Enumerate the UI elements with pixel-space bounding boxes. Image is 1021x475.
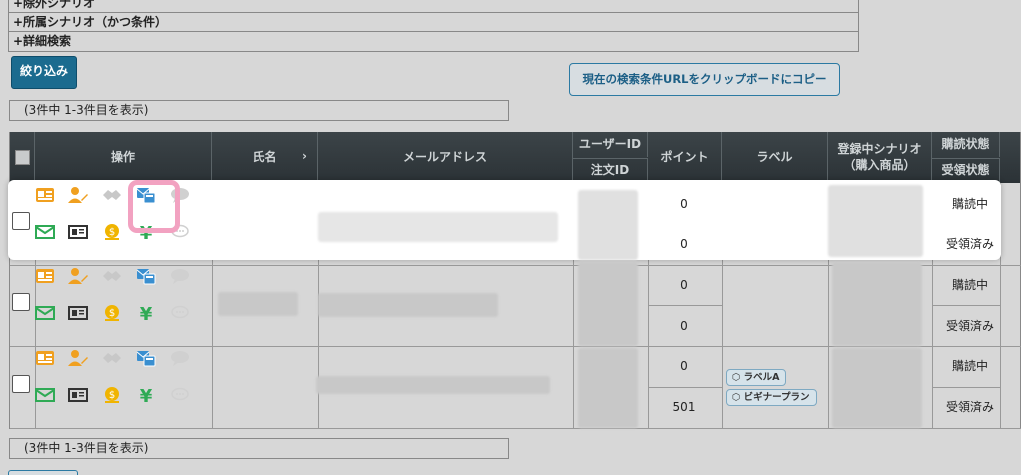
highlight-ring [128,180,180,233]
chat-outline-icon[interactable] [169,385,191,405]
mail-icon[interactable] [34,385,56,405]
svg-text:$: $ [109,308,115,319]
id-card-icon[interactable] [34,266,56,286]
scenario-redacted [828,185,923,257]
name-redacted [218,292,298,316]
result-count-top: (3件中 1-3件目を表示) [9,100,509,121]
user-edit-icon[interactable] [67,266,89,286]
select-all-checkbox[interactable] [14,150,30,165]
mail-card-icon[interactable] [135,266,157,286]
copy-url-button[interactable]: 現在の検索条件URLをクリップボードにコピー [569,63,840,96]
money-bag-icon[interactable]: $ [101,303,123,323]
id-card-icon[interactable] [34,348,56,368]
chat-icon[interactable] [169,266,191,286]
svg-text:$: $ [109,227,115,238]
points-value: 0 [680,359,688,373]
mail-icon[interactable] [34,222,56,242]
scenario-redacted [832,348,922,428]
header-name[interactable]: 氏名 › [212,132,318,183]
svg-text:¥: ¥ [140,304,153,322]
email-redacted [318,212,558,242]
svg-text:$: $ [109,390,115,401]
newspaper-icon[interactable] [67,303,89,323]
bottom-filter-button[interactable] [8,470,78,475]
header-name-label: 氏名 [252,149,277,164]
id-card-icon[interactable] [34,185,56,205]
subscribe-status: 購読中 [951,359,988,373]
header-label: ラベル [722,132,828,183]
header-select-all[interactable] [10,132,35,183]
receive-status: 受領済み [945,400,994,414]
user-id-redacted [578,348,638,428]
header-email: メールアドレス [318,132,573,183]
filter-panel: +除外シナリオ +所属シナリオ（かつ条件） +詳細検索 [8,0,859,52]
scenario-redacted [832,262,922,346]
filter-belong-scenario[interactable]: +所属シナリオ（かつ条件） [9,13,858,32]
yen-icon[interactable]: ¥ [135,303,157,323]
header-extra [1000,132,1021,183]
email-redacted [316,376,550,394]
handshake-icon[interactable] [101,185,123,205]
user-id-redacted [578,190,638,260]
handshake-icon[interactable] [101,266,123,286]
newspaper-icon[interactable] [67,385,89,405]
header-operation: 操作 [35,132,212,183]
receive-status: 受領済み [945,237,994,251]
points-value: 0 [680,197,688,211]
yen-icon[interactable]: ¥ [135,385,157,405]
chat-icon[interactable] [169,348,191,368]
newspaper-icon[interactable] [67,222,89,242]
subscribe-status: 購読中 [951,197,988,211]
points-value: 0 [680,237,688,251]
sort-chevron-icon[interactable]: › [302,149,307,165]
row-checkbox[interactable] [12,212,30,230]
header-subscribe-status: 購読状態 [932,132,1000,157]
table-header: 操作 氏名 › メールアドレス ユーザーID 注文ID ポイント ラベル 登録中… [10,132,1020,183]
mail-icon[interactable] [34,303,56,323]
subscribe-status: 購読中 [951,278,988,292]
header-user-id: ユーザーID [573,132,648,157]
result-count-bottom: (3件中 1-3件目を表示) [9,438,509,459]
chat-outline-icon[interactable] [169,303,191,323]
label-chip-text: ビギナープラン [743,392,810,403]
handshake-icon[interactable] [101,348,123,368]
user-edit-icon[interactable] [67,348,89,368]
user-id-redacted [578,262,638,346]
money-bag-icon[interactable]: $ [101,385,123,405]
mail-card-icon[interactable] [135,348,157,368]
row-checkbox[interactable] [12,375,30,393]
points-value: 0 [680,319,688,333]
filter-detail-search[interactable]: +詳細検索 [9,32,858,51]
header-points: ポイント [648,132,722,183]
label-chip-text: ラベルA [743,372,780,383]
label-chip[interactable]: ⬡ ラベルA [726,369,787,386]
points-value: 0 [680,278,688,292]
user-edit-icon[interactable] [67,185,89,205]
svg-text:¥: ¥ [140,386,153,404]
row-checkbox[interactable] [12,293,30,311]
email-redacted [318,293,498,317]
label-chip[interactable]: ⬡ ビギナープラン [726,389,817,406]
filter-button[interactable]: 絞り込み [11,56,77,89]
header-scenario: 登録中シナリオ （購入商品） [828,132,932,183]
points-value: 501 [672,400,696,414]
receive-status: 受領済み [945,319,994,333]
filter-exclude-scenario[interactable]: +除外シナリオ [9,0,858,13]
money-bag-icon[interactable]: $ [101,222,123,242]
